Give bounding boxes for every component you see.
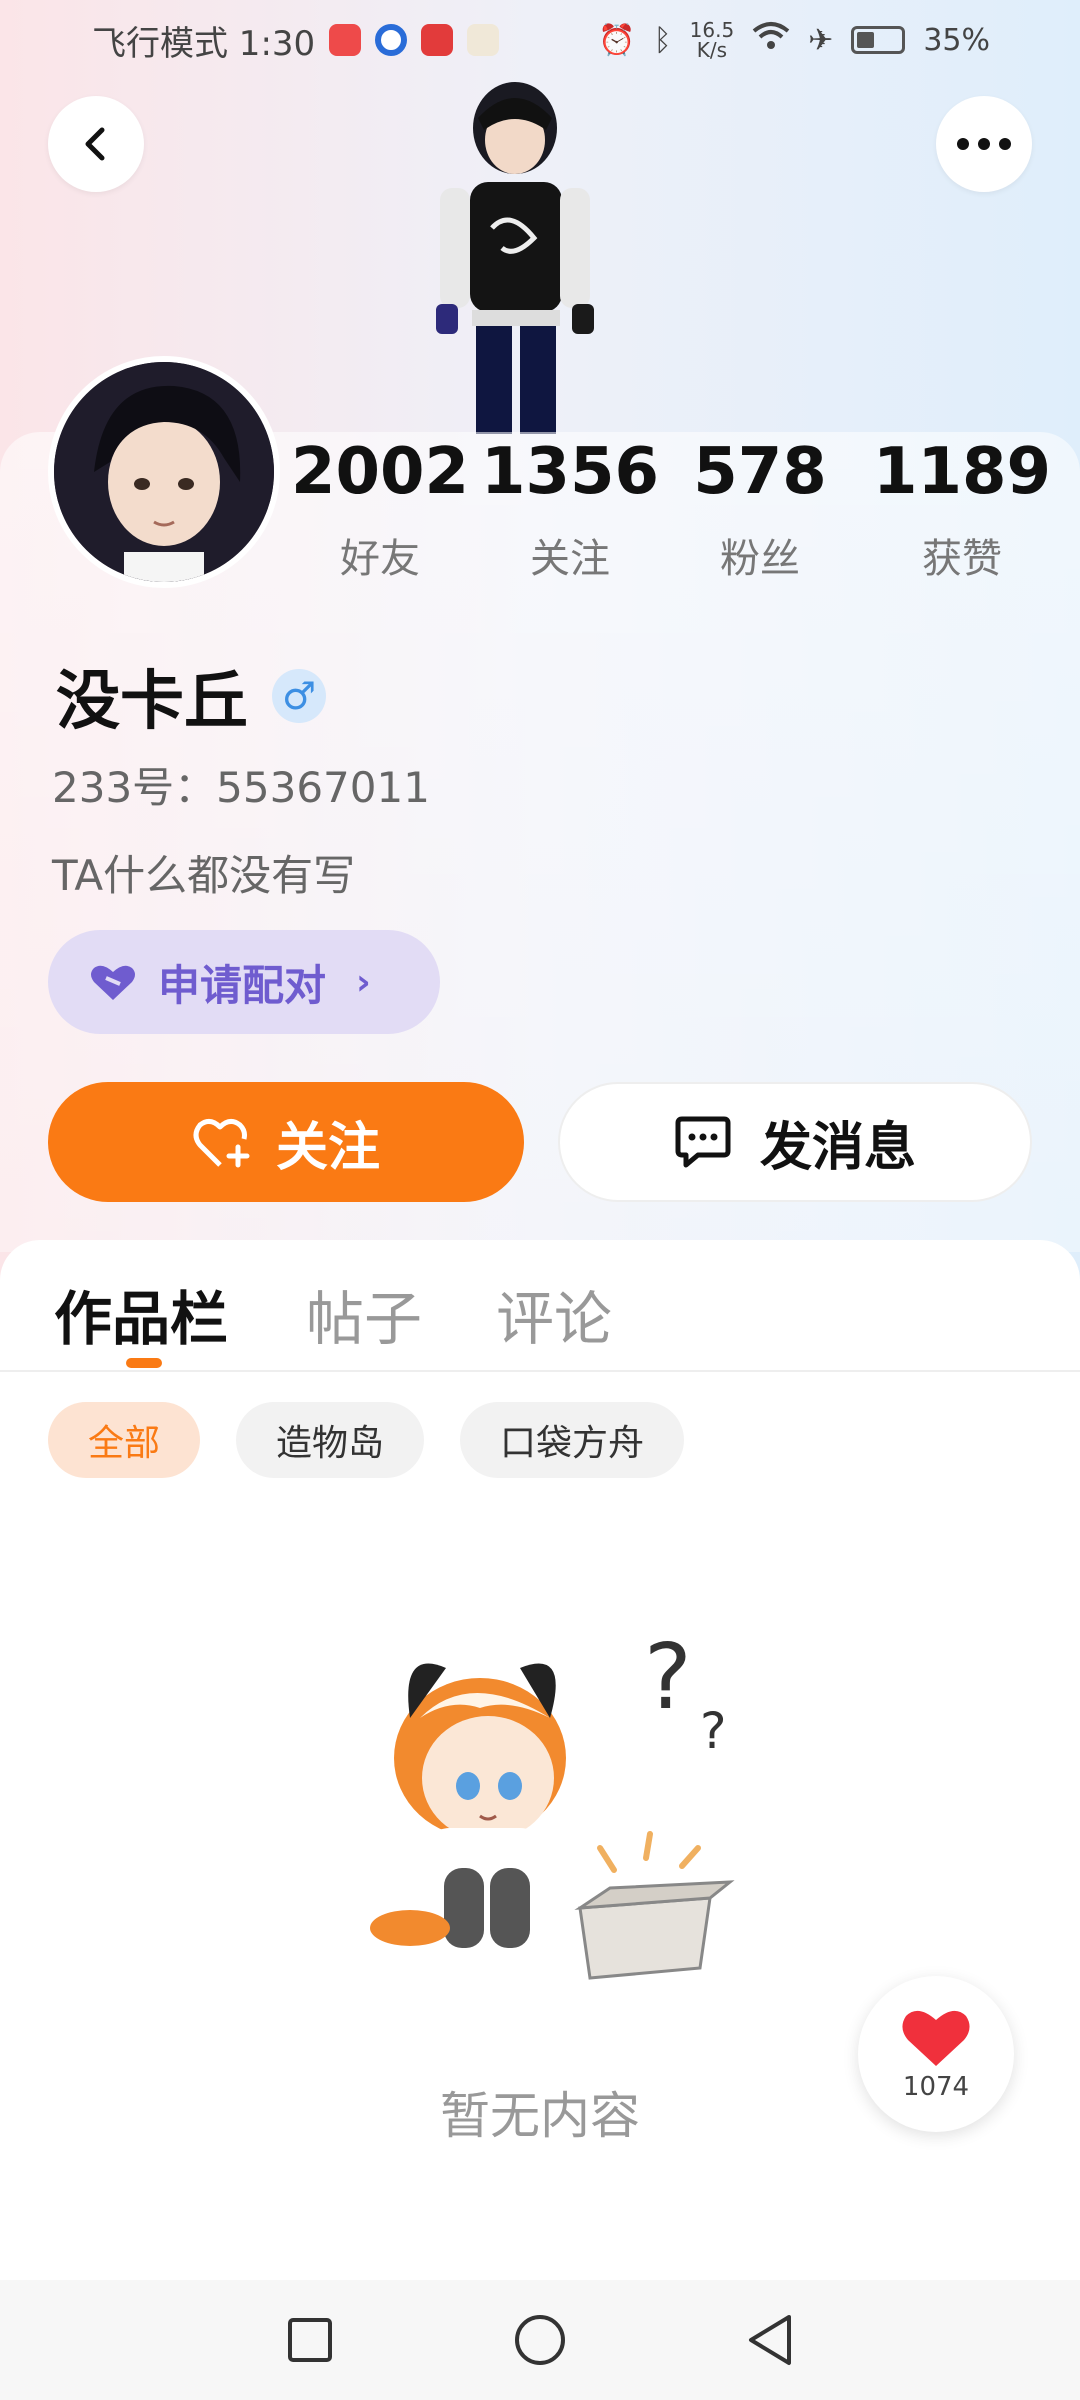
stat-label: 获赞	[922, 536, 1002, 582]
tab-posts[interactable]: 帖子	[306, 1272, 422, 1356]
app-notification-icon	[329, 24, 362, 56]
heart-plus-icon	[193, 1119, 250, 1168]
more-dots-icon	[957, 138, 1011, 150]
stat-value: 1189	[872, 435, 1052, 509]
chevron-left-icon	[85, 127, 105, 161]
follow-label: 关注	[275, 1117, 380, 1178]
avatar-character-illustration	[436, 82, 594, 434]
username: 没卡丘	[56, 665, 248, 739]
heart-link-icon	[91, 965, 135, 1000]
send-message-button[interactable]: 发消息	[558, 1082, 1032, 1202]
app-notification-icon	[467, 24, 500, 56]
send-message-label: 发消息	[759, 1117, 916, 1178]
stat-likes[interactable]: 1189 获赞	[872, 432, 1052, 584]
male-icon: ♂	[272, 669, 326, 723]
network-speed: 16.5 K/s	[690, 20, 735, 60]
back-nav-button[interactable]	[740, 2310, 800, 2370]
heart-icon	[902, 2010, 970, 2066]
battery-icon	[851, 26, 906, 54]
airplane-icon: ✈	[808, 22, 834, 58]
tab-bar: 作品栏 帖子 评论	[0, 1240, 1080, 1372]
recent-apps-button[interactable]	[280, 2310, 340, 2370]
chip-pocket-ark[interactable]: 口袋方舟	[460, 1402, 685, 1478]
app-notification-icon	[375, 24, 408, 56]
filter-chips: 全部 造物岛 口袋方舟	[48, 1402, 685, 1478]
profile-screen: 飞行模式 1:30 ⏰ ᛒ 16.5 K/s ✈ 35% 2002 好友 135…	[0, 0, 1080, 2400]
like-count: 1074	[902, 2072, 970, 2102]
stat-label: 粉丝	[720, 536, 800, 582]
follow-button[interactable]: 关注	[48, 1082, 524, 1202]
alarm-icon: ⏰	[598, 22, 636, 58]
status-right: ⏰ ᛒ 16.5 K/s ✈ 35%	[598, 20, 990, 60]
home-button[interactable]	[510, 2310, 570, 2370]
battery-percent: 35%	[923, 22, 990, 58]
triangle-back-icon	[749, 2315, 791, 2365]
user-bio: TA什么都没有写	[52, 851, 356, 900]
empty-state-illustration: ? ?	[370, 1625, 735, 1980]
chip-all[interactable]: 全部	[48, 1402, 201, 1478]
avatar-image	[54, 362, 274, 582]
battery-fill	[857, 32, 875, 48]
more-button[interactable]	[936, 96, 1032, 192]
bluetooth-icon: ᛒ	[653, 22, 672, 58]
tab-works[interactable]: 作品栏	[54, 1272, 228, 1356]
network-speed-unit: K/s	[696, 38, 728, 62]
status-bar: 飞行模式 1:30 ⏰ ᛒ 16.5 K/s ✈ 35%	[0, 0, 1080, 80]
like-floating-button[interactable]: 1074	[858, 1976, 1014, 2132]
stat-value: 2002	[290, 435, 470, 509]
stat-label: 好友	[340, 536, 420, 582]
stats-row: 2002 好友 1356 关注 578 粉丝 1189 获赞	[290, 432, 1060, 592]
book-icon	[421, 24, 454, 56]
status-left: 飞行模式 1:30	[92, 16, 500, 65]
stat-friends[interactable]: 2002 好友	[290, 432, 470, 584]
chevron-right-icon: ›	[356, 961, 371, 1003]
chip-creation-island[interactable]: 造物岛	[236, 1402, 425, 1478]
status-time: 飞行模式 1:30	[92, 23, 316, 64]
username-row: 没卡丘 ♂	[56, 650, 326, 742]
svg-text:?: ?	[700, 1702, 727, 1760]
request-pair-label: 申请配对	[158, 960, 327, 1010]
svg-text:?: ?	[644, 1625, 692, 1730]
circle-icon	[515, 2315, 565, 2365]
avatar[interactable]	[48, 356, 280, 588]
wifi-icon	[752, 21, 790, 59]
request-pair-button[interactable]: 申请配对 ›	[48, 930, 440, 1034]
user-id: 233号：55367011	[52, 763, 430, 812]
tab-indicator	[126, 1358, 162, 1368]
chat-bubble-icon	[675, 1116, 731, 1168]
system-nav-bar	[0, 2280, 1080, 2400]
square-icon	[288, 2318, 332, 2362]
stat-value: 578	[693, 435, 827, 509]
back-button[interactable]	[48, 96, 144, 192]
stat-followers[interactable]: 578 粉丝	[670, 432, 850, 584]
stat-label: 关注	[530, 536, 610, 582]
stat-following[interactable]: 1356 关注	[480, 432, 660, 584]
tab-comments[interactable]: 评论	[496, 1272, 612, 1356]
stat-value: 1356	[480, 435, 660, 509]
